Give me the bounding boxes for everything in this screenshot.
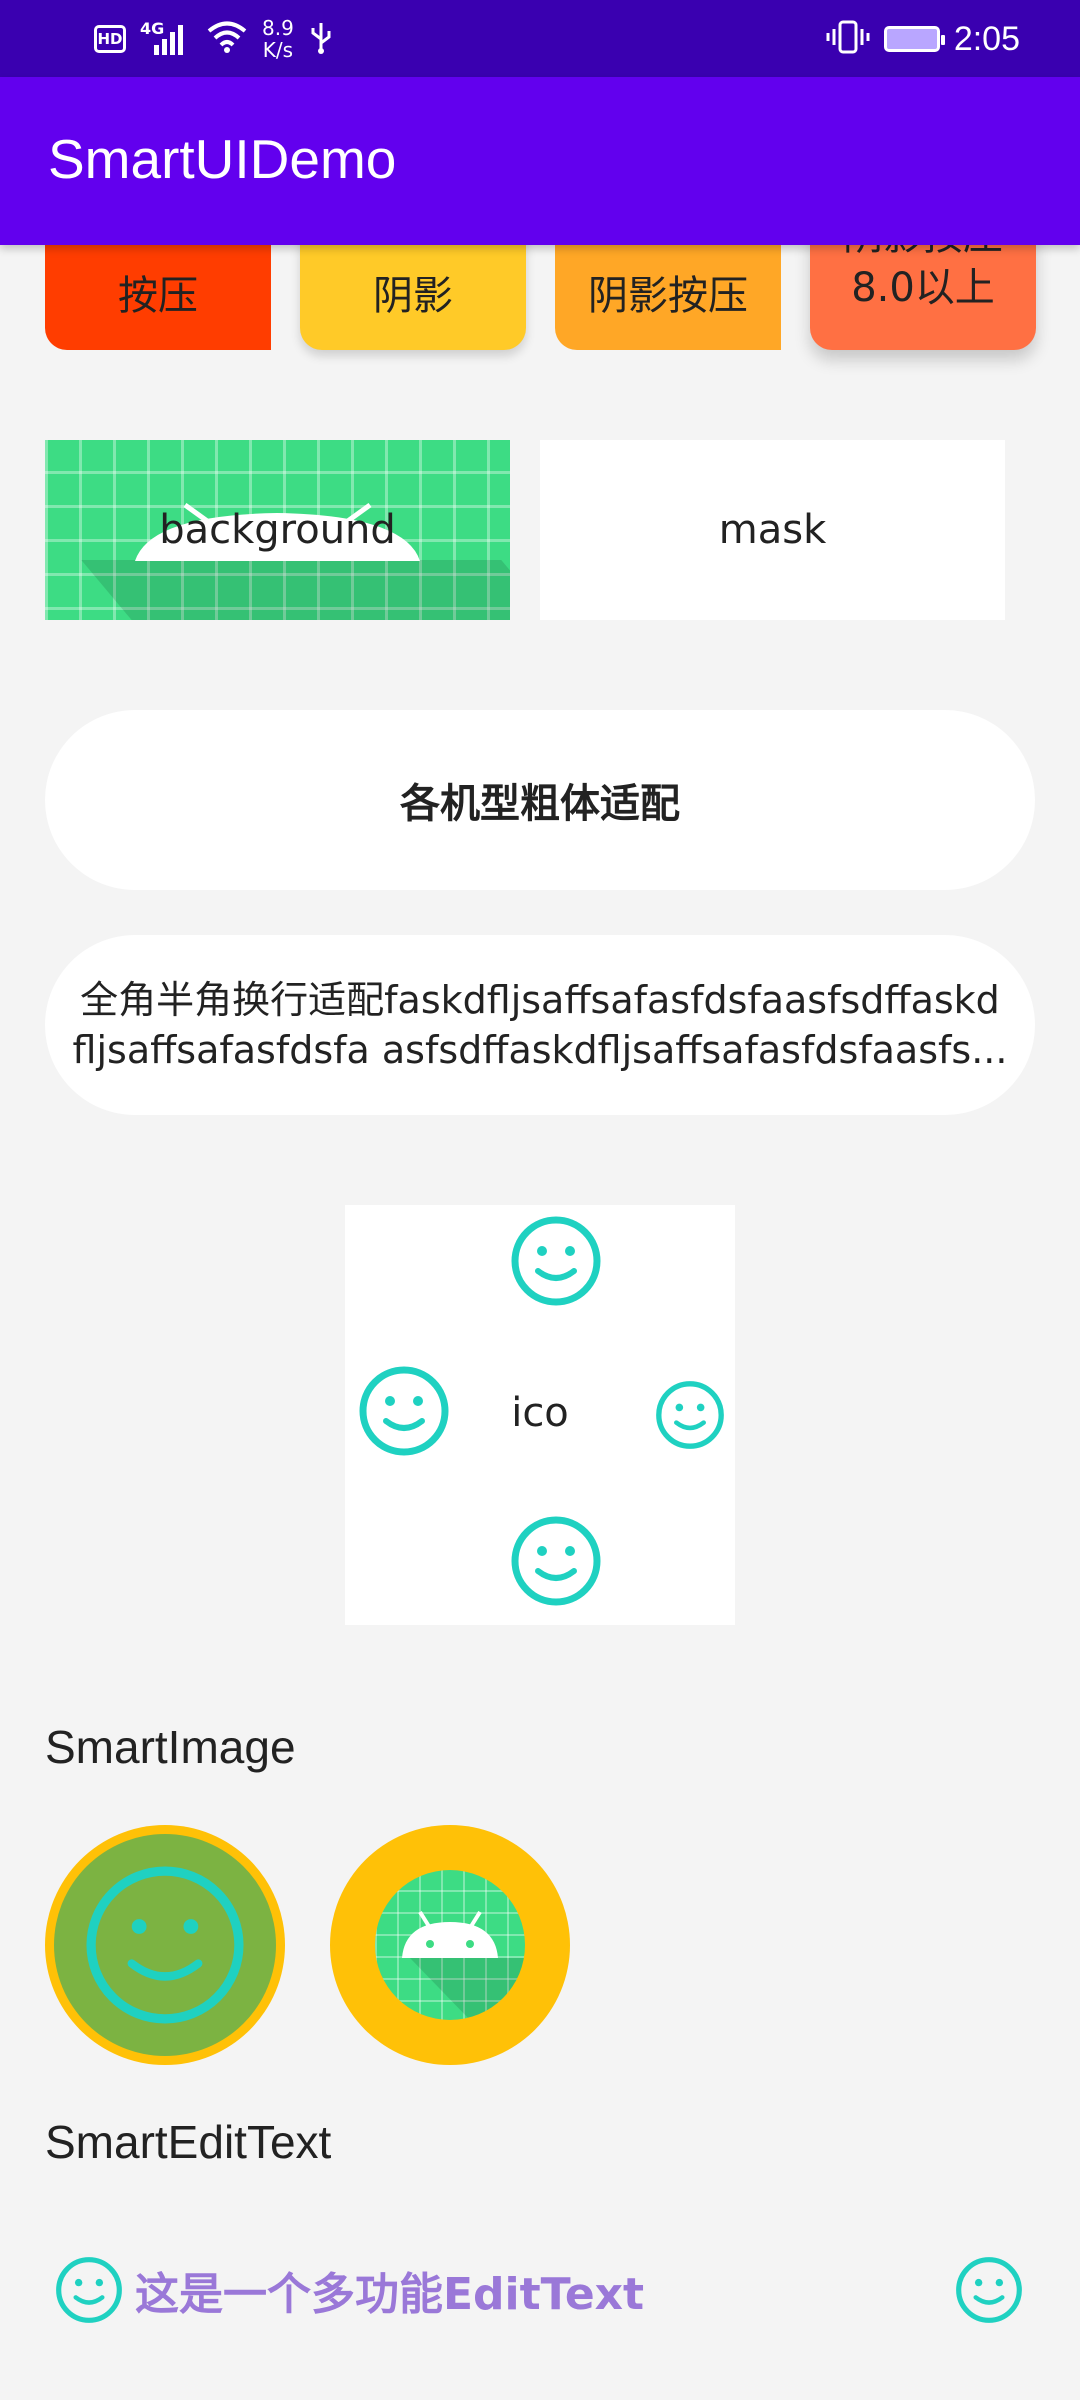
background-demo[interactable]: background	[45, 440, 510, 620]
smile-icon-end[interactable]	[955, 2256, 1023, 2324]
smile-icon-top	[511, 1216, 601, 1306]
usb-icon	[308, 19, 334, 59]
smart-edit-text-title: SmartEditText	[45, 2116, 332, 2168]
bold-adapt-label: 各机型粗体适配	[400, 781, 680, 827]
ico-label: ico	[511, 1390, 569, 1436]
signal-icon: 4G	[140, 19, 192, 59]
app-title: SmartUIDemo	[48, 128, 397, 190]
edit-text-value[interactable]: 这是一个多功能EditText	[135, 2258, 644, 2322]
smart-image-title: SmartImage	[45, 1721, 296, 1773]
background-shadow	[81, 560, 510, 620]
smile-icon-bottom	[511, 1516, 601, 1606]
ico-demo[interactable]: ico	[345, 1205, 735, 1625]
hd-icon: HD	[94, 25, 126, 53]
smile-icon-start[interactable]	[55, 2256, 123, 2324]
android-icon	[402, 1910, 525, 2020]
bold-adapt-block[interactable]: 各机型粗体适配	[45, 710, 1035, 890]
mask-label: mask	[718, 507, 827, 553]
app-bar: SmartUIDemo	[0, 77, 1080, 245]
status-bar: HD 4G 8.9 K/s 2:05	[0, 0, 1080, 77]
smart-image-android[interactable]	[330, 1825, 570, 2065]
vibrate-icon	[826, 19, 870, 59]
background-label: background	[159, 507, 396, 553]
clock: 2:05	[953, 19, 1020, 58]
smile-icon	[86, 1866, 244, 2024]
mask-demo[interactable]: mask	[540, 440, 1005, 620]
wifi-icon	[206, 19, 248, 59]
status-right: 2:05	[826, 14, 1020, 64]
wrap-adapt-text: 全角半角换行适配faskdfljsaffsafasfdsfaasfsdffask…	[72, 978, 1008, 1072]
network-speed: 8.9 K/s	[262, 16, 294, 62]
status-left: HD 4G 8.9 K/s	[94, 14, 334, 64]
battery-icon	[883, 26, 945, 52]
wrap-adapt-block[interactable]: 全角半角换行适配faskdfljsaffsafasfdsfaasfsdffask…	[45, 935, 1035, 1115]
smart-image-smile[interactable]	[45, 1825, 285, 2065]
smart-edit-text[interactable]: 这是一个多功能EditText	[45, 2240, 1035, 2340]
